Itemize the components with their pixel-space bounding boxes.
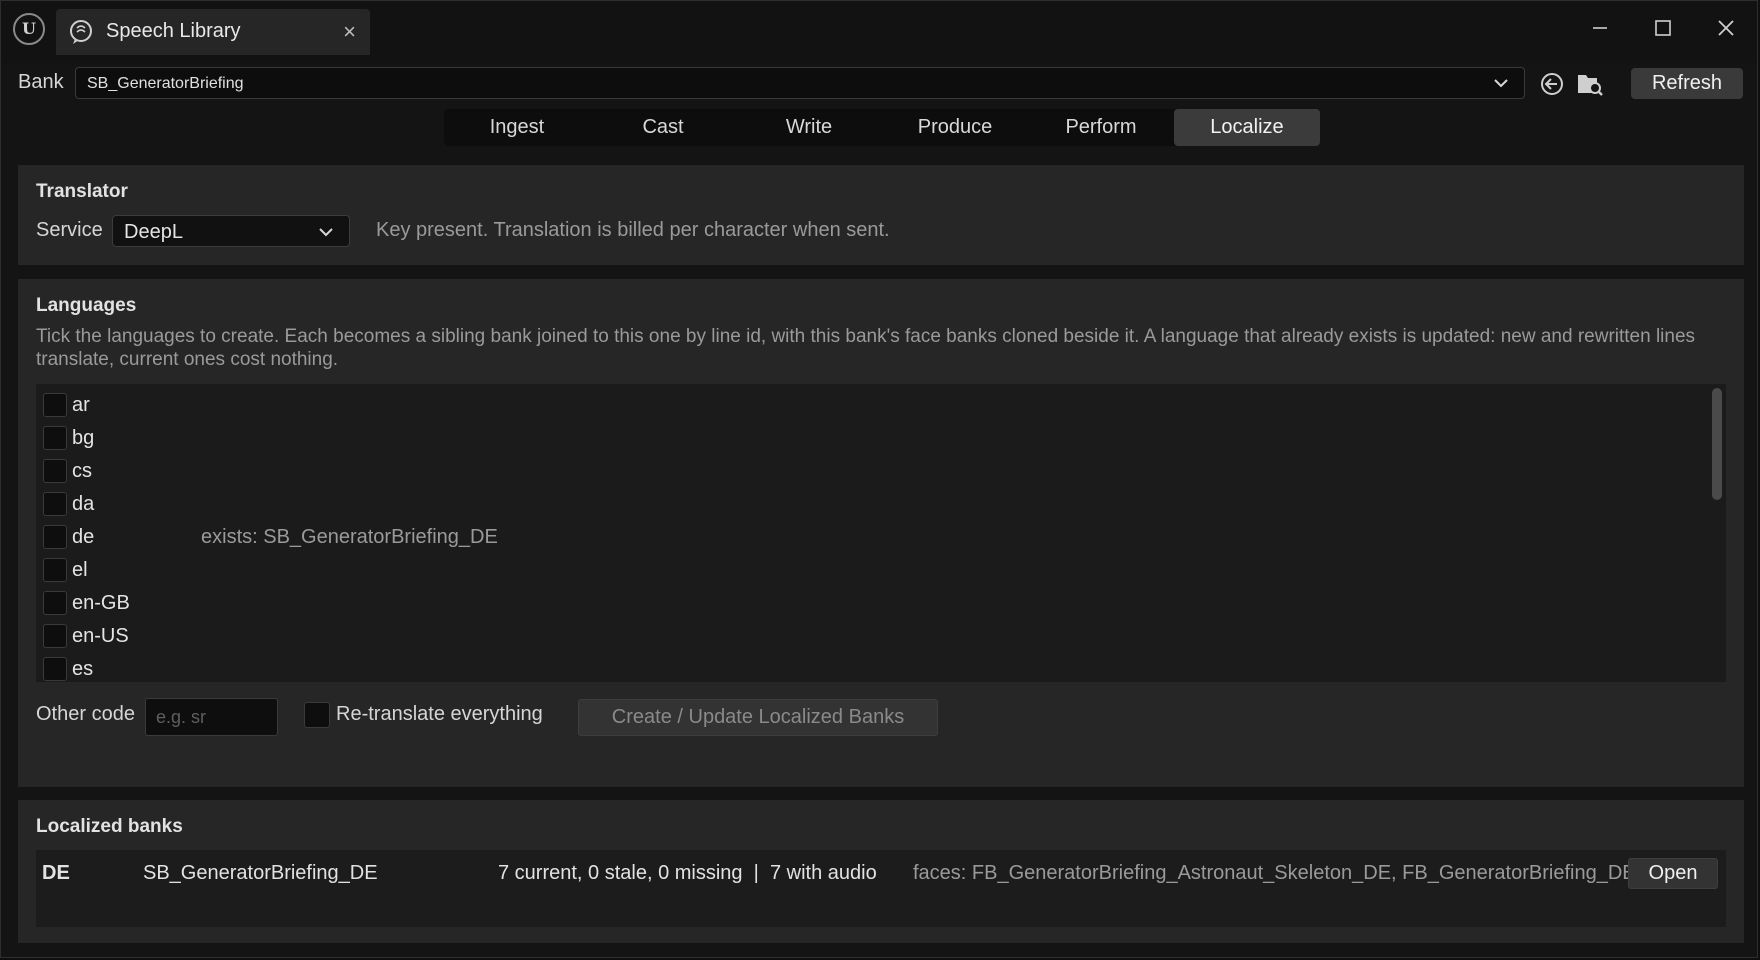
unreal-logo-icon: U xyxy=(13,13,45,45)
tab-speech-library[interactable]: Speech Library × xyxy=(56,9,370,55)
tab-write[interactable]: Write xyxy=(736,109,882,146)
close-window-icon[interactable] xyxy=(1711,13,1741,43)
language-checkbox[interactable] xyxy=(43,426,67,450)
language-item-el: el xyxy=(43,555,1703,588)
language-item-ar: ar xyxy=(43,390,1703,423)
language-exists-note: exists: SB_GeneratorBriefing_DE xyxy=(201,526,498,548)
translator-panel: Translator Service DeepL Key present. Tr… xyxy=(18,165,1744,265)
service-label: Service xyxy=(36,219,103,241)
languages-title: Languages xyxy=(36,295,137,316)
refresh-button[interactable]: Refresh xyxy=(1631,68,1743,99)
tab-perform[interactable]: Perform xyxy=(1028,109,1174,146)
language-checkbox[interactable] xyxy=(43,591,67,615)
language-item-bg: bg xyxy=(43,423,1703,456)
language-item-en-gb: en-GB xyxy=(43,588,1703,621)
find-in-folder-icon[interactable] xyxy=(1575,69,1605,99)
translator-status: Key present. Translation is billed per c… xyxy=(376,219,890,241)
table-row: DE SB_GeneratorBriefing_DE 7 current, 0 … xyxy=(36,850,1726,927)
bank-select[interactable]: SB_GeneratorBriefing xyxy=(75,67,1525,99)
language-list: ar bg cs da de exists: SB_GeneratorBrief… xyxy=(36,384,1726,682)
maximize-icon[interactable] xyxy=(1648,13,1678,43)
localized-bank-faces: faces: FB_GeneratorBriefing_Astronaut_Sk… xyxy=(913,862,1636,884)
retranslate-label: Re-translate everything xyxy=(336,703,543,725)
language-checkbox[interactable] xyxy=(43,558,67,582)
language-code: en-US xyxy=(72,625,129,647)
language-list-scrollbar[interactable] xyxy=(1712,388,1722,500)
language-code: bg xyxy=(72,427,95,449)
localized-bank-language: DE xyxy=(42,862,70,884)
language-code: de xyxy=(72,526,95,548)
minimize-icon[interactable] xyxy=(1585,13,1615,43)
bank-selected-value: SB_GeneratorBriefing xyxy=(87,75,244,92)
create-localized-banks-button[interactable]: Create / Update Localized Banks xyxy=(578,699,938,736)
speech-bubble-icon xyxy=(70,20,92,44)
chevron-down-icon xyxy=(1494,79,1508,88)
language-code: en-GB xyxy=(72,592,130,614)
language-item-de: de exists: SB_GeneratorBriefing_DE xyxy=(43,522,1703,555)
language-code: es xyxy=(72,658,94,680)
localized-banks-title: Localized banks xyxy=(36,816,183,837)
language-checkbox[interactable] xyxy=(43,492,67,516)
language-item-cs: cs xyxy=(43,456,1703,489)
language-item-en-us: en-US xyxy=(43,621,1703,654)
chevron-down-icon xyxy=(319,228,333,237)
bank-label: Bank xyxy=(18,71,64,93)
languages-panel: Languages Tick the languages to create. … xyxy=(18,279,1744,787)
localized-banks-panel: Localized banks DE SB_GeneratorBriefing_… xyxy=(18,800,1744,943)
mode-tabs: Ingest Cast Write Produce Perform Locali… xyxy=(444,109,1320,146)
tab-title: Speech Library xyxy=(106,20,241,42)
service-select[interactable]: DeepL xyxy=(112,215,350,247)
language-checkbox[interactable] xyxy=(43,393,67,417)
language-checkbox[interactable] xyxy=(43,459,67,483)
translator-title: Translator xyxy=(36,181,128,202)
browse-back-icon[interactable] xyxy=(1537,69,1567,99)
service-selected-value: DeepL xyxy=(124,221,183,243)
tab-ingest[interactable]: Ingest xyxy=(444,109,590,146)
localized-bank-status: 7 current, 0 stale, 0 missing | 7 with a… xyxy=(498,862,877,884)
tab-close-icon[interactable]: × xyxy=(343,19,356,45)
language-checkbox[interactable] xyxy=(43,657,67,681)
language-code: ar xyxy=(72,394,90,416)
language-checkbox[interactable] xyxy=(43,525,67,549)
retranslate-checkbox[interactable] xyxy=(304,702,330,728)
localized-bank-name: SB_GeneratorBriefing_DE xyxy=(143,862,378,884)
tab-produce[interactable]: Produce xyxy=(882,109,1028,146)
speech-library-window: U Speech Library × Bank SB_GeneratorBrie… xyxy=(0,0,1758,958)
other-code-input[interactable] xyxy=(145,698,278,736)
language-item-da: da xyxy=(43,489,1703,522)
language-code: da xyxy=(72,493,95,515)
other-code-label: Other code xyxy=(36,703,135,725)
tab-cast[interactable]: Cast xyxy=(590,109,736,146)
languages-description: Tick the languages to create. Each becom… xyxy=(36,326,1696,370)
language-checkbox[interactable] xyxy=(43,624,67,648)
language-code: cs xyxy=(72,460,92,482)
title-bar: U Speech Library × xyxy=(1,1,1757,63)
language-code: el xyxy=(72,559,88,581)
open-bank-button[interactable]: Open xyxy=(1628,858,1718,889)
language-item-es: es xyxy=(43,654,1703,687)
tab-localize[interactable]: Localize xyxy=(1174,109,1320,146)
